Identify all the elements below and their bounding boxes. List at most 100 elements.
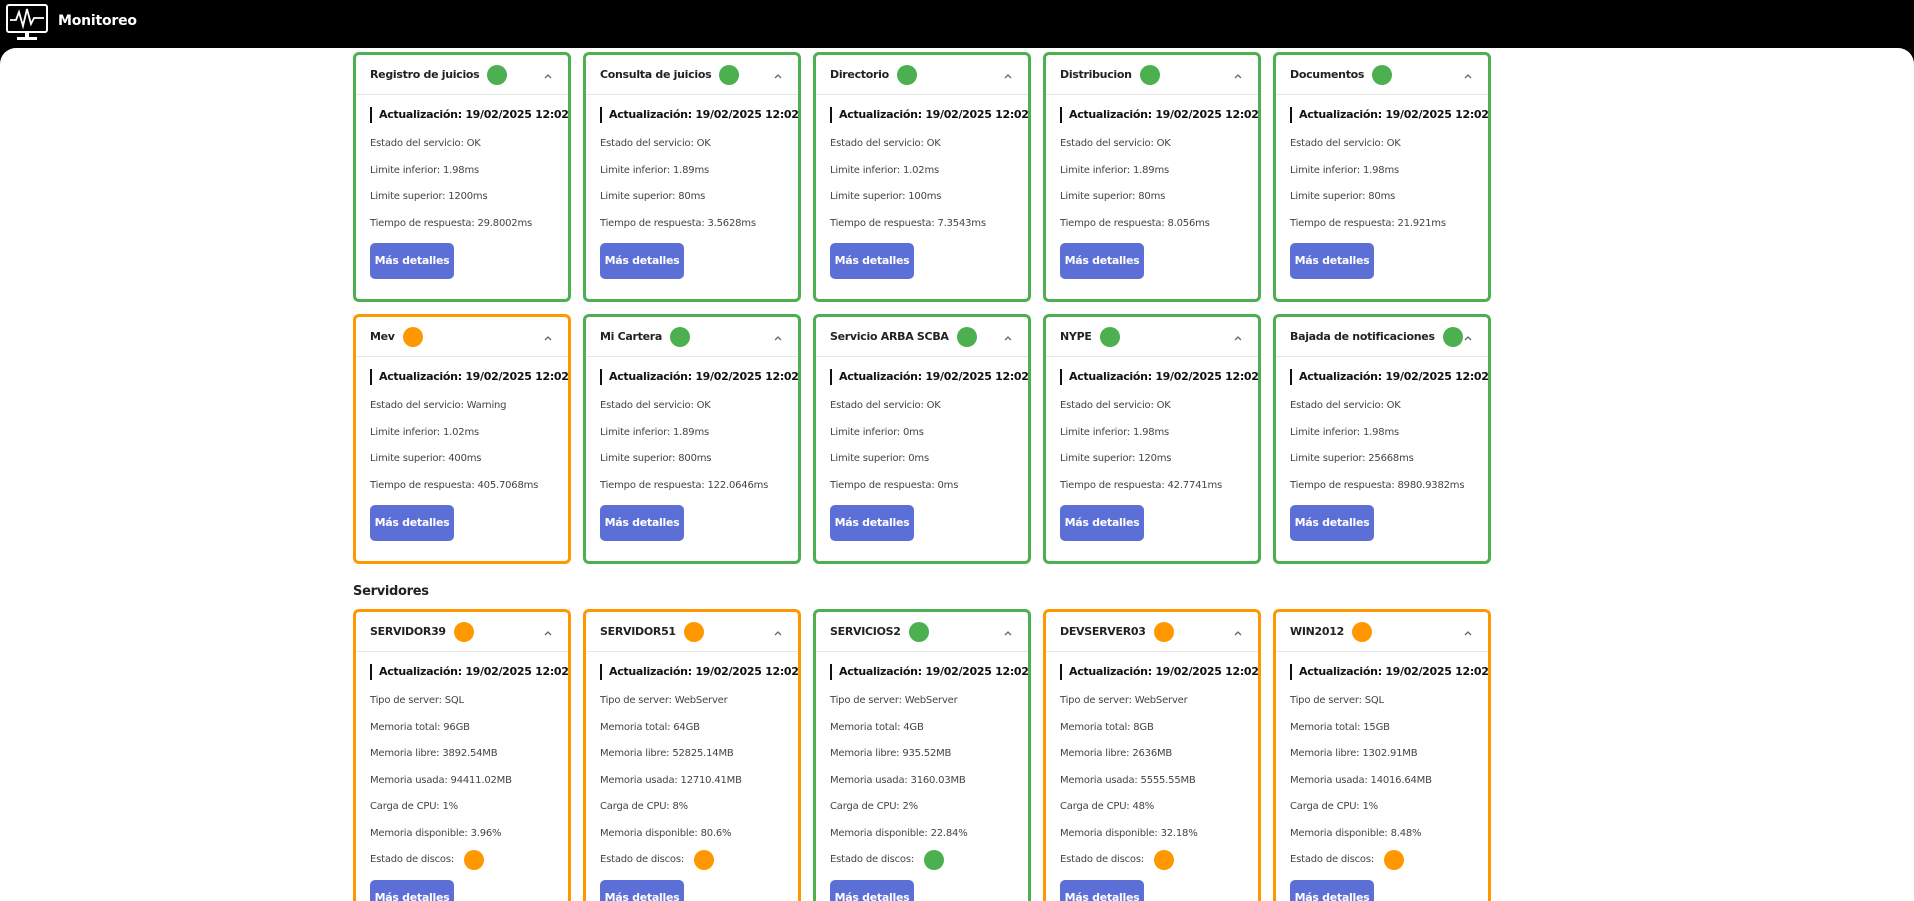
more-details-button[interactable]: Más detalles — [1290, 243, 1374, 279]
more-details-button[interactable]: Más detalles — [1060, 505, 1144, 541]
server-card-header[interactable]: SERVICIOS2 — [816, 612, 1028, 652]
servers-section-title: Servidores — [353, 584, 429, 599]
chevron-up-icon[interactable] — [772, 67, 784, 79]
service-card-header[interactable]: Servicio ARBA SCBA — [816, 317, 1028, 357]
service-card-body: Actualización: 19/02/2025 12:02:29 Estado… — [1046, 95, 1258, 279]
service-name: NYPE — [1060, 330, 1092, 343]
update-timestamp: Actualización: 19/02/2025 12:02:29 — [370, 664, 568, 680]
disk-status-line: Estado de discos: — [370, 847, 554, 874]
service-card: Consulta de juicios Actualización: 19/02/… — [583, 52, 801, 302]
service-detail-line: Limite inferior: 0ms — [830, 426, 924, 438]
chevron-up-icon[interactable] — [1002, 624, 1014, 636]
service-detail-line: Estado del servicio: OK — [1060, 138, 1171, 149]
service-detail-line: Limite superior: 25668ms — [1290, 453, 1414, 464]
service-detail-line: Limite inferior: 1.98ms — [1290, 426, 1400, 438]
service-detail-line: Limite inferior: 1.98ms — [370, 164, 480, 176]
chevron-up-icon[interactable] — [1002, 67, 1014, 79]
monitor-pulse-icon — [6, 4, 48, 40]
service-detail-line: Limite inferior: 1.89ms — [1060, 164, 1170, 176]
service-card-body: Actualización: 19/02/2025 12:02:29 Estado… — [586, 95, 798, 279]
server-card-header[interactable]: SERVIDOR51 — [586, 612, 798, 652]
service-card-header[interactable]: NYPE — [1046, 317, 1258, 357]
status-indicator-icon — [896, 64, 917, 85]
service-detail-line: Limite inferior: 1.89ms — [600, 164, 710, 176]
chevron-up-icon[interactable] — [1232, 329, 1244, 341]
disk-status-label: Estado de discos: — [1290, 854, 1375, 865]
server-detail-line: Carga de CPU: 1% — [1290, 801, 1378, 812]
chevron-up-icon[interactable] — [542, 624, 554, 636]
chevron-up-icon[interactable] — [542, 67, 554, 79]
server-card-header[interactable]: SERVIDOR39 — [356, 612, 568, 652]
update-timestamp: Actualización: 19/02/2025 12:02:29 — [1060, 664, 1258, 680]
service-card-header[interactable]: Mi Cartera — [586, 317, 798, 357]
service-card-header[interactable]: Mev — [356, 317, 568, 357]
server-detail-line: Memoria total: 4GB — [830, 721, 924, 733]
more-details-button[interactable]: Más detalles — [1060, 243, 1144, 279]
server-detail-line: Tipo de server: WebServer — [600, 695, 728, 706]
server-detail-line: Carga de CPU: 8% — [600, 801, 688, 812]
update-timestamp: Actualización: 19/02/2025 12:02:29 — [830, 107, 1028, 123]
server-detail-line: Tipo de server: SQL — [1290, 695, 1384, 706]
server-name: DEVSERVER03 — [1060, 625, 1146, 638]
more-details-button[interactable]: Más detalles — [1290, 505, 1374, 541]
service-detail-line: Limite superior: 1200ms — [370, 191, 488, 202]
service-card-header[interactable]: Distribucion — [1046, 55, 1258, 95]
more-details-button[interactable]: Más detalles — [600, 243, 684, 279]
chevron-up-icon[interactable] — [542, 329, 554, 341]
service-card-header[interactable]: Documentos — [1276, 55, 1488, 95]
service-card-header[interactable]: Consulta de juicios — [586, 55, 798, 95]
server-card-header[interactable]: WIN2012 — [1276, 612, 1488, 652]
more-details-button[interactable]: Más detalles — [830, 505, 914, 541]
server-card: SERVIDOR51 Actualización: 19/02/2025 12:0… — [583, 609, 801, 901]
service-card: Documentos Actualización: 19/02/2025 12:0… — [1273, 52, 1491, 302]
more-details-button[interactable]: Más detalles — [1060, 879, 1144, 901]
top-bar: Monitoreo — [0, 0, 1914, 48]
service-detail-line: Estado del servicio: Warning — [370, 400, 507, 411]
main-content: Registro de juicios Actualización: 19/02/… — [0, 48, 1914, 901]
more-details-button[interactable]: Más detalles — [370, 505, 454, 541]
chevron-up-icon[interactable] — [1232, 67, 1244, 79]
chevron-up-icon[interactable] — [1462, 624, 1474, 636]
service-detail-line: Limite inferior: 1.98ms — [1060, 426, 1170, 438]
service-detail-line: Estado del servicio: OK — [1290, 138, 1401, 149]
more-details-button[interactable]: Más detalles — [600, 879, 684, 901]
service-detail-line: Tiempo de respuesta: 8.056ms — [1060, 217, 1210, 229]
update-timestamp: Actualización: 19/02/2025 12:02:29 — [600, 664, 798, 680]
chevron-up-icon[interactable] — [1462, 67, 1474, 79]
more-details-button[interactable]: Más detalles — [370, 879, 454, 901]
server-name: SERVIDOR39 — [370, 625, 446, 638]
more-details-button[interactable]: Más detalles — [830, 879, 914, 901]
service-card: Directorio Actualización: 19/02/2025 12:0… — [813, 52, 1031, 302]
service-card-body: Actualización: 19/02/2025 12:02:29 Estado… — [1276, 95, 1488, 279]
server-detail-line: Carga de CPU: 1% — [370, 801, 458, 812]
more-details-button[interactable]: Más detalles — [830, 243, 914, 279]
chevron-up-icon[interactable] — [772, 624, 784, 636]
server-detail-line: Tipo de server: WebServer — [830, 695, 958, 706]
disk-status-line: Estado de discos: — [1290, 847, 1474, 874]
more-details-button[interactable]: Más detalles — [1290, 879, 1374, 901]
server-detail-line: Memoria usada: 5555.55MB — [1060, 774, 1196, 786]
chevron-up-icon[interactable] — [772, 329, 784, 341]
status-indicator-icon — [453, 621, 474, 642]
service-name: Servicio ARBA SCBA — [830, 330, 949, 343]
disk-status-indicator-icon — [1154, 850, 1175, 871]
more-details-button[interactable]: Más detalles — [370, 243, 454, 279]
service-detail-line: Estado del servicio: OK — [1060, 400, 1171, 411]
service-name: Bajada de notificaciones — [1290, 330, 1435, 343]
servers-grid: SERVIDOR39 Actualización: 19/02/2025 12:0… — [353, 609, 1493, 901]
service-card-header[interactable]: Directorio — [816, 55, 1028, 95]
server-detail-line: Memoria libre: 1302.91MB — [1290, 748, 1418, 759]
service-detail-line: Limite superior: 0ms — [830, 453, 929, 464]
chevron-up-icon[interactable] — [1232, 624, 1244, 636]
service-card-header[interactable]: Bajada de notificaciones — [1276, 317, 1488, 357]
service-card-header[interactable]: Registro de juicios — [356, 55, 568, 95]
more-details-button[interactable]: Más detalles — [600, 505, 684, 541]
server-card: WIN2012 Actualización: 19/02/2025 12:02:2… — [1273, 609, 1491, 901]
chevron-up-icon[interactable] — [1002, 329, 1014, 341]
server-detail-line: Memoria libre: 3892.54MB — [370, 748, 498, 759]
chevron-up-icon[interactable] — [1462, 329, 1474, 341]
server-card-header[interactable]: DEVSERVER03 — [1046, 612, 1258, 652]
service-detail-line: Limite superior: 120ms — [1060, 453, 1172, 464]
server-name: WIN2012 — [1290, 625, 1344, 638]
service-card-body: Actualización: 19/02/2025 12:02:29 Estado… — [816, 357, 1028, 541]
